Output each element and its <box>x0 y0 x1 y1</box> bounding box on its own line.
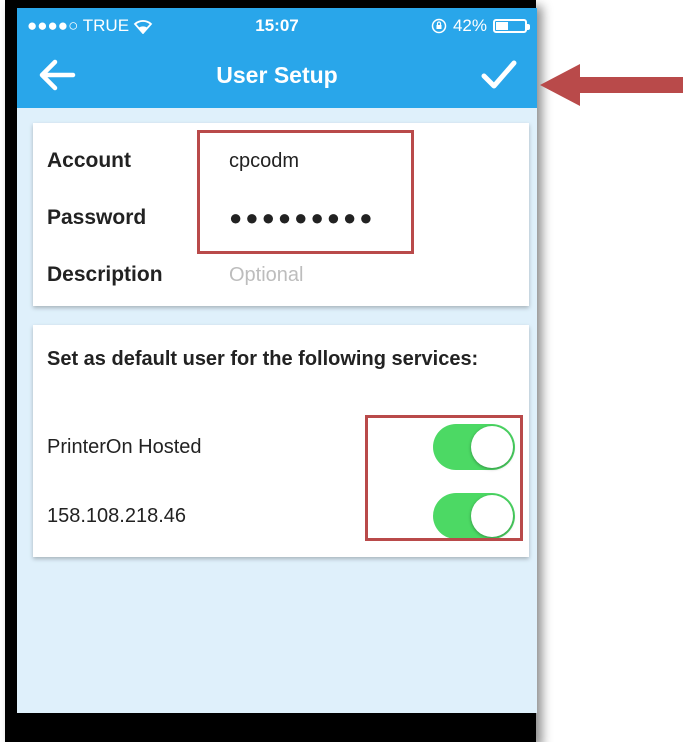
phone-frame: ●●●●○ TRUE 15:07 42% User Setup Account … <box>5 0 537 742</box>
nav-bar: User Setup <box>17 42 537 108</box>
callout-arrow-icon <box>540 64 683 106</box>
description-label: Description <box>47 263 163 286</box>
status-bar: ●●●●○ TRUE 15:07 42% <box>17 8 537 42</box>
rotation-lock-icon <box>431 18 447 34</box>
checkmark-icon <box>481 60 517 89</box>
credentials-highlight-box <box>197 130 414 254</box>
save-button[interactable] <box>479 58 519 92</box>
battery-percent: 42% <box>452 16 487 35</box>
page-title: User Setup <box>216 62 338 88</box>
toggles-highlight-box <box>365 415 523 541</box>
app-screen: ●●●●○ TRUE 15:07 42% User Setup Account … <box>17 8 537 713</box>
description-field[interactable]: Optional <box>229 264 304 287</box>
battery-icon <box>493 19 530 33</box>
password-label: Password <box>47 206 147 229</box>
service-label-printeron: PrinterOn Hosted <box>47 436 202 458</box>
account-label: Account <box>47 149 131 172</box>
services-heading: Set as default user for the following se… <box>47 348 479 370</box>
status-right: 42% <box>431 16 530 36</box>
service-label-ip: 158.108.218.46 <box>47 505 187 527</box>
